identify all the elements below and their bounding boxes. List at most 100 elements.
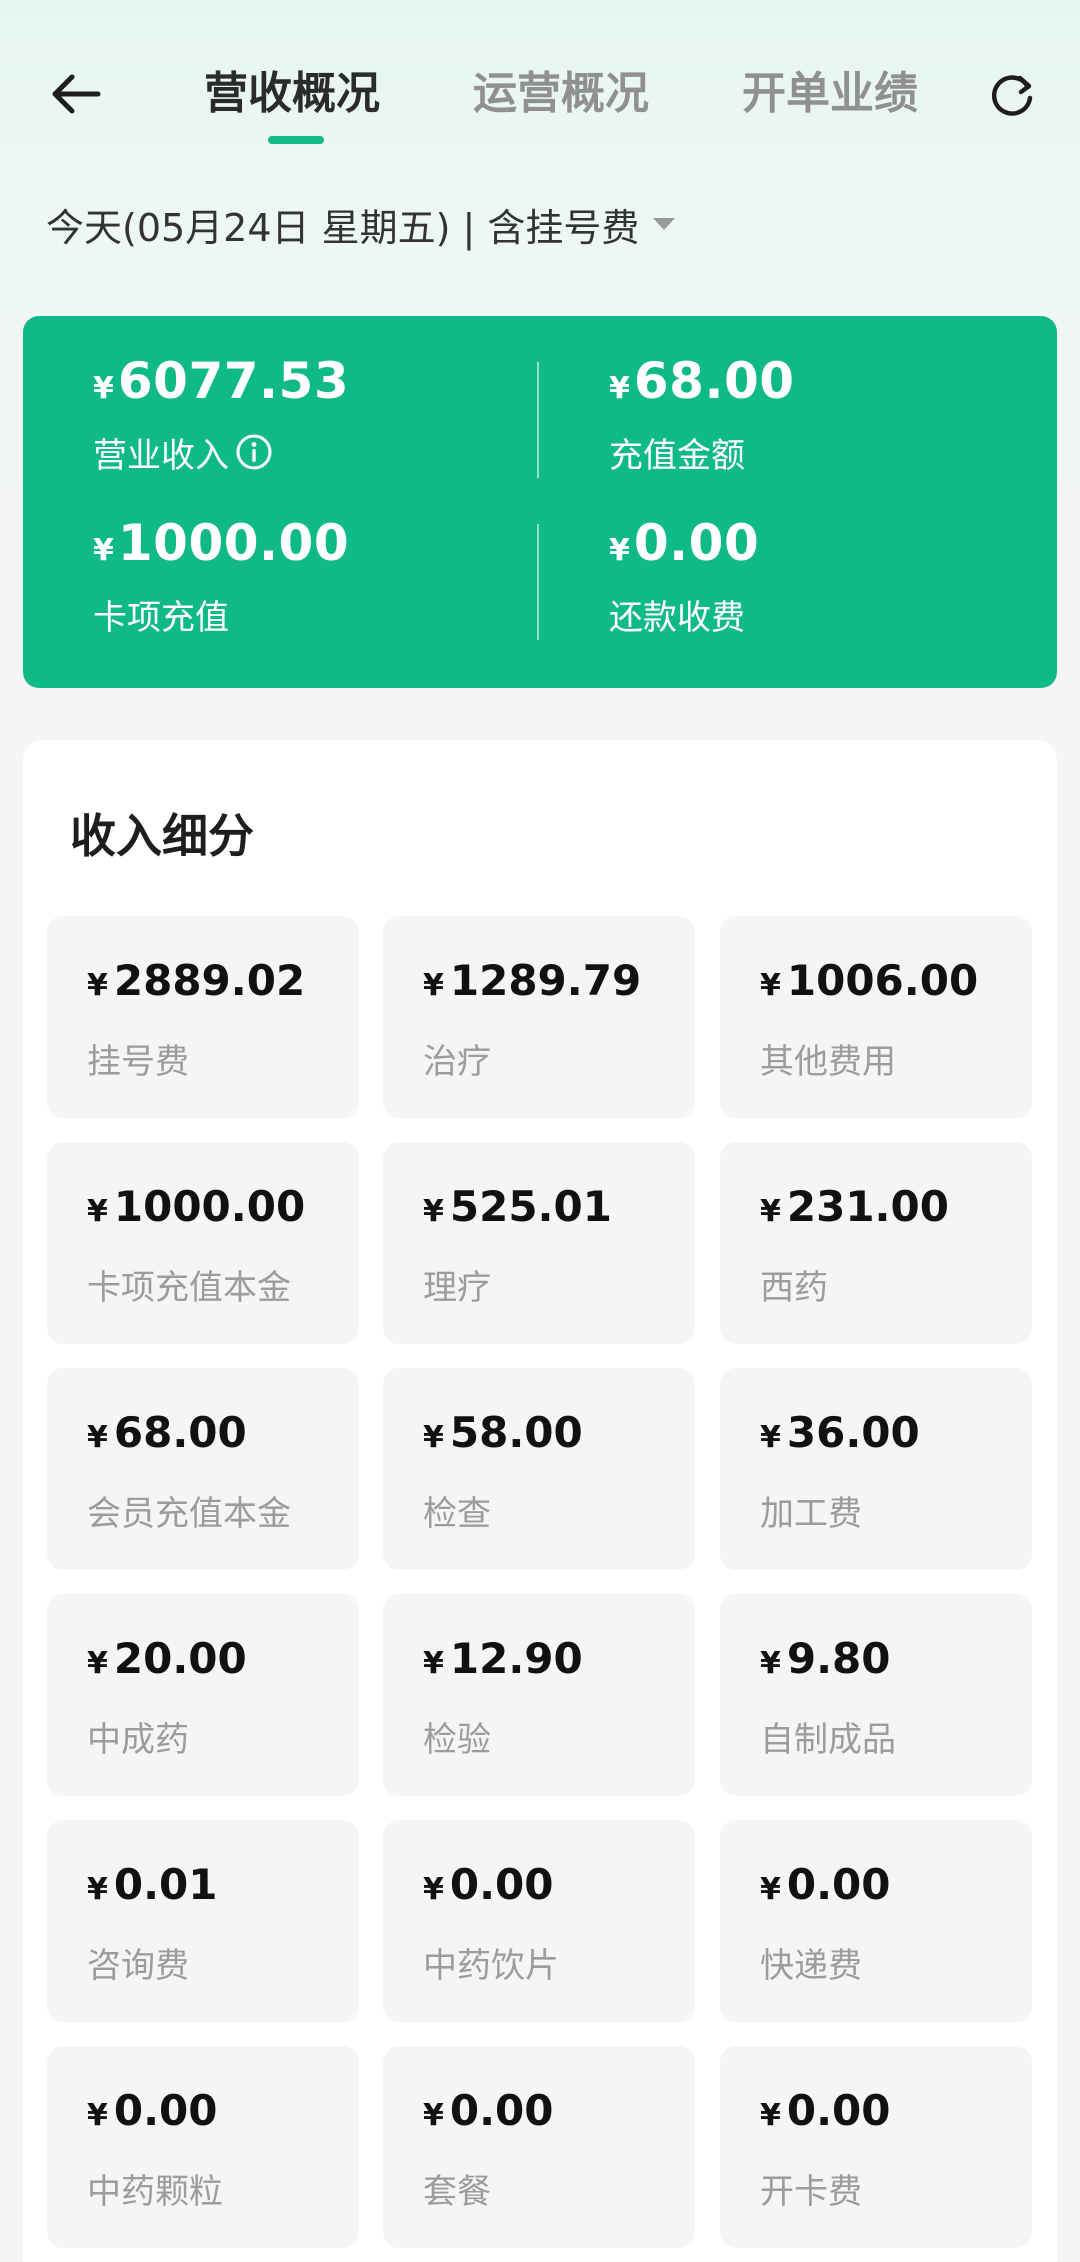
income-item-card[interactable]: ¥231.00 西药	[720, 1142, 1032, 1344]
income-item-card[interactable]: ¥9.80 自制成品	[720, 1594, 1032, 1796]
income-item-card[interactable]: ¥1289.79 治疗	[383, 916, 695, 1118]
income-item-amount: ¥1000.00	[87, 1182, 305, 1231]
income-item-value: 58.00	[449, 1408, 583, 1457]
income-item-amount: ¥68.00	[87, 1408, 247, 1457]
income-item-label: 会员充值本金	[87, 1494, 291, 1534]
income-item-amount: ¥231.00	[760, 1182, 949, 1231]
currency-symbol: ¥	[760, 968, 781, 1003]
income-item-value: 20.00	[113, 1634, 247, 1683]
tab-order-performance[interactable]: 开单业绩	[742, 58, 918, 130]
summary-value: 68.00	[633, 352, 795, 410]
income-item-label: 西药	[760, 1268, 828, 1308]
income-item-value: 1000.00	[113, 1182, 306, 1231]
summary-value: 6077.53	[117, 352, 350, 410]
income-item-value: 2889.02	[113, 956, 306, 1005]
income-item-card[interactable]: ¥0.00 快递费	[720, 1820, 1032, 2022]
currency-symbol: ¥	[423, 1872, 444, 1907]
tab-operation-overview[interactable]: 运营概况	[473, 58, 649, 130]
income-item-card[interactable]: ¥0.00 中药颗粒	[47, 2046, 359, 2248]
summary-recharge-amount[interactable]: ¥ 68.00 充值金额	[609, 352, 795, 476]
income-item-amount: ¥0.00	[760, 1860, 891, 1909]
income-item-amount: ¥0.01	[87, 1860, 218, 1909]
currency-symbol: ¥	[423, 968, 444, 1003]
summary-label: 充值金额	[609, 435, 745, 476]
refresh-button[interactable]	[976, 58, 1048, 130]
refresh-icon	[991, 75, 1033, 116]
income-item-value: 36.00	[786, 1408, 920, 1457]
income-item-card[interactable]: ¥0.01 咨询费	[47, 1820, 359, 2022]
summary-repayment-fee[interactable]: ¥ 0.00 还款收费	[609, 514, 759, 638]
currency-symbol: ¥	[87, 1646, 108, 1681]
summary-divider	[537, 362, 539, 478]
income-item-amount: ¥12.90	[423, 1634, 583, 1683]
revenue-summary-card: ¥ 6077.53 营业收入 ¥ 68.00 充值金额 ¥ 1000.00 卡项…	[23, 316, 1057, 688]
income-item-label: 中成药	[87, 1720, 189, 1760]
income-item-card[interactable]: ¥68.00 会员充值本金	[47, 1368, 359, 1570]
section-title: 收入细分	[70, 809, 254, 863]
currency-symbol: ¥	[760, 1420, 781, 1455]
currency-symbol: ¥	[93, 371, 114, 406]
income-item-label: 卡项充值本金	[87, 1268, 291, 1308]
income-item-value: 0.00	[113, 2086, 218, 2135]
currency-symbol: ¥	[760, 1646, 781, 1681]
income-item-amount: ¥58.00	[423, 1408, 583, 1457]
income-item-label: 快递费	[760, 1946, 862, 1986]
income-item-card[interactable]: ¥36.00 加工费	[720, 1368, 1032, 1570]
top-header: 营收概况 运营概况 开单业绩	[0, 0, 1080, 170]
currency-symbol: ¥	[87, 1872, 108, 1907]
income-item-label: 检验	[423, 1720, 491, 1760]
income-item-amount: ¥525.01	[423, 1182, 612, 1231]
income-item-label: 中药饮片	[423, 1946, 559, 1986]
income-item-amount: ¥0.00	[760, 2086, 891, 2135]
summary-operating-income[interactable]: ¥ 6077.53 营业收入	[93, 352, 349, 476]
income-item-label: 挂号费	[87, 1042, 189, 1082]
summary-value: 0.00	[633, 514, 760, 572]
income-item-value: 0.00	[449, 2086, 554, 2135]
summary-label: 卡项充值	[93, 597, 229, 638]
date-filter-label: 今天(05月24日 星期五) | 含挂号费	[46, 205, 640, 250]
currency-symbol: ¥	[423, 2098, 444, 2133]
currency-symbol: ¥	[93, 533, 114, 568]
income-item-amount: ¥0.00	[423, 1860, 554, 1909]
summary-label: 营业收入	[93, 435, 229, 476]
currency-symbol: ¥	[87, 968, 108, 1003]
tab-revenue-overview[interactable]: 营收概况	[204, 58, 380, 130]
income-item-amount: ¥2889.02	[87, 956, 305, 1005]
income-item-card[interactable]: ¥58.00 检查	[383, 1368, 695, 1570]
income-item-card[interactable]: ¥20.00 中成药	[47, 1594, 359, 1796]
income-item-amount: ¥1289.79	[423, 956, 641, 1005]
income-item-label: 理疗	[423, 1268, 491, 1308]
currency-symbol: ¥	[423, 1646, 444, 1681]
income-item-value: 0.00	[786, 2086, 891, 2135]
income-item-card[interactable]: ¥12.90 检验	[383, 1594, 695, 1796]
currency-symbol: ¥	[87, 1194, 108, 1229]
currency-symbol: ¥	[609, 533, 630, 568]
income-item-label: 其他费用	[760, 1042, 896, 1082]
income-item-card[interactable]: ¥0.00 中药饮片	[383, 1820, 695, 2022]
summary-card-recharge[interactable]: ¥ 1000.00 卡项充值	[93, 514, 349, 638]
income-item-card[interactable]: ¥0.00 套餐	[383, 2046, 695, 2248]
income-item-card[interactable]: ¥1006.00 其他费用	[720, 916, 1032, 1118]
income-item-card[interactable]: ¥525.01 理疗	[383, 1142, 695, 1344]
income-item-value: 0.01	[113, 1860, 218, 1909]
income-item-label: 自制成品	[760, 1720, 896, 1760]
currency-symbol: ¥	[87, 1420, 108, 1455]
income-item-label: 咨询费	[87, 1946, 189, 1986]
currency-symbol: ¥	[423, 1420, 444, 1455]
income-item-amount: ¥20.00	[87, 1634, 247, 1683]
currency-symbol: ¥	[760, 1872, 781, 1907]
income-item-amount: ¥36.00	[760, 1408, 920, 1457]
summary-divider	[537, 524, 539, 640]
currency-symbol: ¥	[423, 1194, 444, 1229]
back-arrow-icon	[52, 74, 101, 114]
currency-symbol: ¥	[609, 371, 630, 406]
back-button[interactable]	[40, 58, 112, 130]
caret-down-icon	[653, 218, 676, 230]
income-breakdown-card: 收入细分 ¥2889.02 挂号费 ¥1289.79 治疗 ¥1006.00 其他费用 ¥1…	[23, 740, 1057, 2262]
info-icon[interactable]	[235, 433, 273, 471]
income-item-card[interactable]: ¥0.00 开卡费	[720, 2046, 1032, 2248]
income-item-card[interactable]: ¥2889.02 挂号费	[47, 916, 359, 1118]
income-item-card[interactable]: ¥1000.00 卡项充值本金	[47, 1142, 359, 1344]
date-filter-dropdown[interactable]: 今天(05月24日 星期五) | 含挂号费	[46, 192, 676, 256]
income-item-value: 1006.00	[786, 956, 979, 1005]
